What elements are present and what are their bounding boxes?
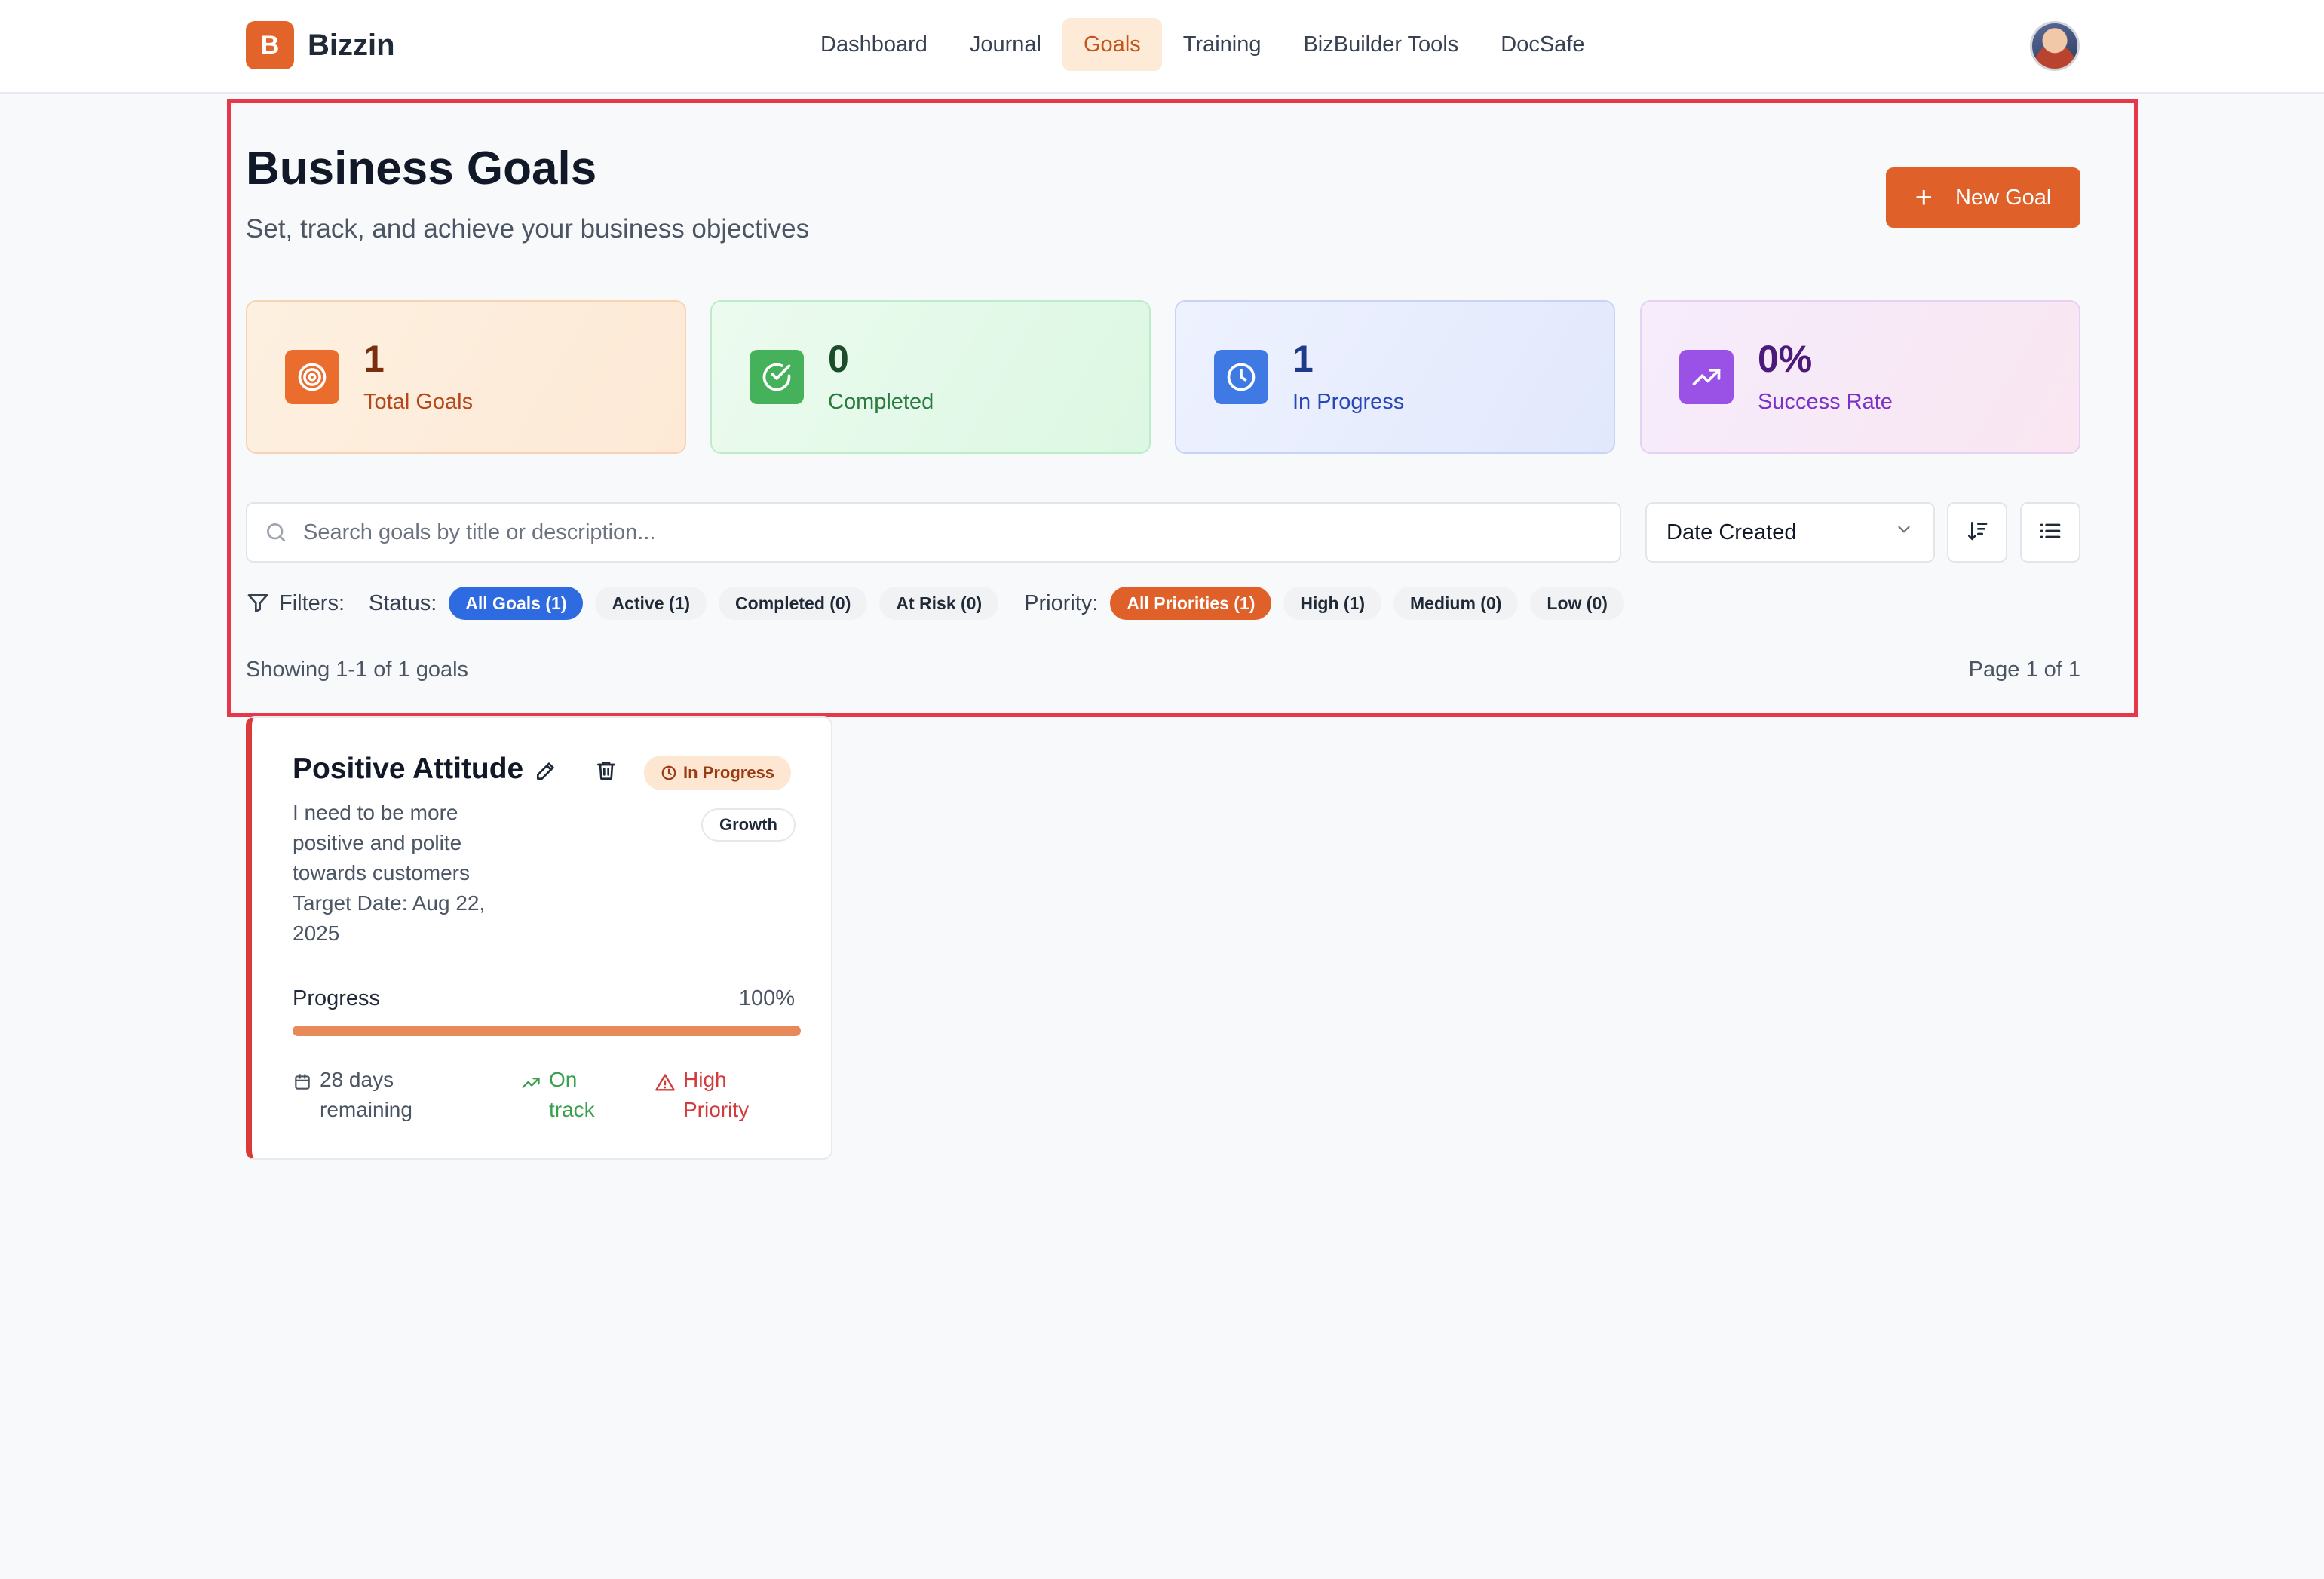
results-count: Showing 1-1 of 1 goals [246,658,469,682]
stat-value: 0 [828,337,849,380]
stat-card-total-goals: 1 Total Goals [246,300,686,454]
stat-value: 1 [1292,337,1314,380]
priority-chip-all[interactable]: All Priorities (1) [1110,587,1272,620]
edit-icon[interactable] [534,759,558,786]
goal-title: Positive Attitude [293,753,524,785]
priority-indicator: High Priority [655,1065,783,1125]
priority-chip-low[interactable]: Low (0) [1530,587,1624,620]
priority-filter-label: Priority: [1024,590,1099,615]
stat-card-success-rate: 0% Success Rate [1640,300,2080,454]
progress-bar [293,1026,801,1036]
page-title: Business Goals [246,143,597,195]
alert-triangle-icon [655,1074,675,1091]
nav-item-bizbuilder-tools[interactable]: BizBuilder Tools [1282,18,1479,71]
page-indicator: Page 1 of 1 [1968,658,2080,682]
stat-label: In Progress [1292,389,1405,414]
goal-card[interactable]: Positive Attitude In Progress Growth I n… [246,716,832,1160]
search-box [246,502,1621,563]
list-icon [2038,519,2062,547]
list-view-button[interactable] [2020,502,2080,563]
sort-select[interactable]: Date Created [1645,502,1935,563]
status-chip-all[interactable]: All Goals (1) [449,587,584,620]
progress-percentage: 100% [738,986,795,1010]
priority-chip-medium[interactable]: Medium (0) [1393,587,1519,620]
days-remaining-text: 28 days remaining [320,1068,412,1121]
nav-item-journal[interactable]: Journal [949,18,1062,71]
search-input[interactable] [303,520,1620,545]
status-badge: In Progress [644,756,792,790]
new-goal-label: New Goal [1955,185,2052,210]
progress-bar-fill [293,1026,801,1036]
filters-label: Filters: [279,590,345,615]
stat-value: 1 [363,337,385,380]
clock-icon [661,765,676,780]
filter-icon [246,591,270,615]
category-badge: Growth [701,808,796,842]
sort-order-button[interactable] [1947,502,2007,563]
calendar-icon [295,1074,310,1090]
priority-text: High Priority [683,1068,750,1121]
days-remaining: 28 days remaining [293,1065,443,1125]
track-status: On track [520,1065,611,1125]
trending-up-icon [1679,350,1734,404]
user-avatar[interactable] [2030,21,2080,71]
target-icon [285,350,339,404]
priority-chip-high[interactable]: High (1) [1283,587,1382,620]
top-navbar: B Bizzin Dashboard Journal Goals Trainin… [0,0,2324,94]
trending-up-icon [522,1078,540,1088]
goal-description: I need to be more positive and polite to… [293,801,470,885]
chevron-down-icon [1894,520,1914,545]
stat-label: Completed [828,389,934,414]
nav-item-dashboard[interactable]: Dashboard [799,18,949,71]
nav-item-goals[interactable]: Goals [1062,18,1162,71]
search-icon [264,520,288,544]
track-status-text: On track [549,1068,595,1121]
status-chip-at-risk[interactable]: At Risk (0) [879,587,999,620]
brand[interactable]: B Bizzin [246,21,395,69]
page-subtitle: Set, track, and achieve your business ob… [246,214,810,244]
brand-name: Bizzin [308,28,395,62]
status-chip-active[interactable]: Active (1) [595,587,707,620]
sort-descending-icon [1965,519,1989,547]
nav-item-docsafe[interactable]: DocSafe [1479,18,1605,71]
goal-target-date: Target Date: Aug 22, 2025 [293,891,486,945]
goal-description-block: I need to be more positive and polite to… [293,798,519,949]
clock-icon [1214,350,1268,404]
stat-card-completed: 0 Completed [710,300,1151,454]
status-badge-label: In Progress [683,763,775,782]
nav-item-training[interactable]: Training [1162,18,1283,71]
new-goal-button[interactable]: + New Goal [1886,167,2080,228]
main-nav: Dashboard Journal Goals Training BizBuil… [799,18,1606,71]
stat-value: 0% [1758,337,1813,380]
stat-label: Total Goals [363,389,474,414]
check-circle-icon [750,350,804,404]
stat-card-in-progress: 1 In Progress [1175,300,1615,454]
trash-icon[interactable] [594,759,618,786]
status-filter-label: Status: [369,590,437,615]
sort-select-value: Date Created [1666,520,1797,544]
stat-label: Success Rate [1758,389,1893,414]
brand-logo: B [246,21,294,69]
progress-label: Progress [293,986,381,1010]
filters-bar: Filters: Status: All Goals (1) Active (1… [246,585,1636,621]
plus-icon: + [1915,181,1933,214]
status-chip-completed[interactable]: Completed (0) [719,587,868,620]
